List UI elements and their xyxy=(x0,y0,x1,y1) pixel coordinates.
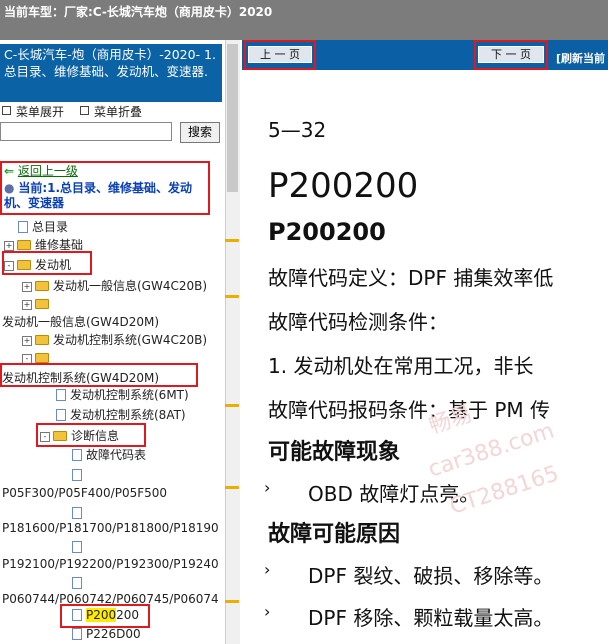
tree-item-label: 发动机控制系统(8AT) xyxy=(70,408,186,422)
scrollbar-thumb[interactable] xyxy=(227,44,238,192)
window-title: 当前车型：厂家:C-长城汽车炮（商用皮卡）2020 xyxy=(4,5,273,19)
highlight-box xyxy=(0,161,210,215)
tree-item-ecs-6mt[interactable]: 发动机控制系统(6MT) xyxy=(56,388,189,403)
folder-open-icon xyxy=(35,353,49,363)
dtc-condition-1: 1. 发动机处在常用工况，非长 xyxy=(268,354,534,378)
left-nav-pane: C-长城汽车-炮（商用皮卡）-2020- 1.总目录、维修基础、发动机、变速器.… xyxy=(0,40,222,644)
tree-folder-row[interactable]: + xyxy=(22,297,53,312)
bullet-icon: › xyxy=(264,602,271,621)
tree-item-label: 发动机一般信息(GW4D20M) xyxy=(2,315,160,329)
tree-item-label: P181600/P181700/P181800/P18190 xyxy=(2,521,219,535)
dtc-definition: 故障代码定义：DPF 捕集效率低 xyxy=(268,266,554,290)
folder-icon xyxy=(35,335,49,345)
page-icon xyxy=(72,541,82,553)
page-icon xyxy=(72,577,82,589)
causes-heading: 故障可能原因 xyxy=(268,522,401,547)
highlight-box xyxy=(244,40,316,70)
scroll-marker xyxy=(225,295,239,298)
cause-1: DPF 裂纹、破损、移除等。 xyxy=(308,564,554,588)
tree-item-p05f[interactable]: P05F300/P05F400/P05F500 xyxy=(2,486,167,501)
tree-item-p1816[interactable]: P181600/P181700/P181800/P18190 xyxy=(2,521,219,536)
highlight-box xyxy=(474,40,548,70)
cause-2: DPF 移除、颗粒载量太高。 xyxy=(308,606,554,630)
highlight-box xyxy=(60,604,150,628)
tree-item-label: P226D00 xyxy=(86,627,141,641)
refresh-link[interactable]: [刷新当前 xyxy=(556,50,605,66)
tree-page-icon[interactable] xyxy=(72,576,86,591)
tree-page-icon[interactable] xyxy=(72,468,86,483)
tree-item-dtc-table[interactable]: 故障代码表 xyxy=(72,448,146,463)
highlight-box xyxy=(2,251,92,275)
tree-item-label: P05F300/P05F400/P05F500 xyxy=(2,486,168,500)
folder-icon xyxy=(17,240,31,250)
tree-item-label: P192100/P192200/P192300/P19240 xyxy=(2,557,219,571)
tree-item-label: 发动机控制系统(GW4C20B) xyxy=(53,333,208,347)
plus-icon: + xyxy=(22,300,32,310)
tree-item-label: 发动机控制系统(6MT) xyxy=(70,388,189,402)
page-icon xyxy=(72,469,82,481)
tree-item-ecs-8at[interactable]: 发动机控制系统(8AT) xyxy=(56,408,186,423)
scroll-marker xyxy=(225,600,239,603)
folder-icon xyxy=(35,281,49,291)
highlight-box xyxy=(36,423,146,447)
folder-icon xyxy=(35,299,49,309)
scroll-marker xyxy=(225,486,239,489)
tree-item-label: 总目录 xyxy=(32,220,69,234)
dtc-subtitle: P200200 xyxy=(268,218,386,246)
tree-item-label: 维修基础 xyxy=(35,238,84,252)
nav-scrollbar[interactable] xyxy=(225,40,240,644)
bullet-icon: › xyxy=(264,560,271,579)
tree-item-ecs-c20b[interactable]: + 发动机控制系统(GW4C20B) xyxy=(22,333,207,348)
dtc-report-conditions: 故障代码报码条件：基于 PM 传 xyxy=(268,398,551,422)
page-icon xyxy=(72,449,82,461)
tree-item-label: 故障代码表 xyxy=(86,448,147,462)
document-pane: 上 一 页 下 一 页 [刷新当前 5—32 P200200 P200200 故… xyxy=(242,40,608,644)
nav-tree: ⇐ 返回上一级 ● 当前:1.总目录、维修基础、发动机、变速器 总目录 + 维修基… xyxy=(0,40,222,644)
tree-page-icon[interactable] xyxy=(72,506,86,521)
symptoms-heading: 可能故障现象 xyxy=(268,440,401,465)
dtc-title: P200200 xyxy=(268,166,419,206)
tree-item-p1921[interactable]: P192100/P192200/P192300/P19240 xyxy=(2,557,219,572)
tree-item-engine-gen-d20m[interactable]: 发动机一般信息(GW4D20M) xyxy=(2,315,159,330)
tree-item-p226d00[interactable]: P226D00 xyxy=(72,627,141,642)
page-icon xyxy=(18,221,28,233)
scroll-marker xyxy=(225,404,239,407)
title-bar: 当前车型：厂家:C-长城汽车炮（商用皮卡）2020 xyxy=(0,0,608,40)
tree-page-icon[interactable] xyxy=(72,540,86,555)
page-icon xyxy=(72,628,82,640)
bullet-icon: › xyxy=(264,478,271,497)
highlight-box xyxy=(0,363,198,387)
page-icon xyxy=(72,507,82,519)
page-icon xyxy=(56,389,66,401)
tree-item-engine-gen-c20b[interactable]: + 发动机一般信息(GW4C20B) xyxy=(22,279,207,294)
page-number: 5—32 xyxy=(268,118,327,142)
tree-item-label: 发动机一般信息(GW4C20B) xyxy=(53,279,208,293)
plus-icon: + xyxy=(22,336,32,346)
page-icon xyxy=(56,409,66,421)
dtc-detect-conditions: 故障代码检测条件： xyxy=(268,310,448,334)
tree-item-toc[interactable]: 总目录 xyxy=(18,220,68,235)
plus-icon: + xyxy=(22,282,32,292)
plus-icon: + xyxy=(4,241,14,251)
scroll-marker xyxy=(225,239,239,242)
